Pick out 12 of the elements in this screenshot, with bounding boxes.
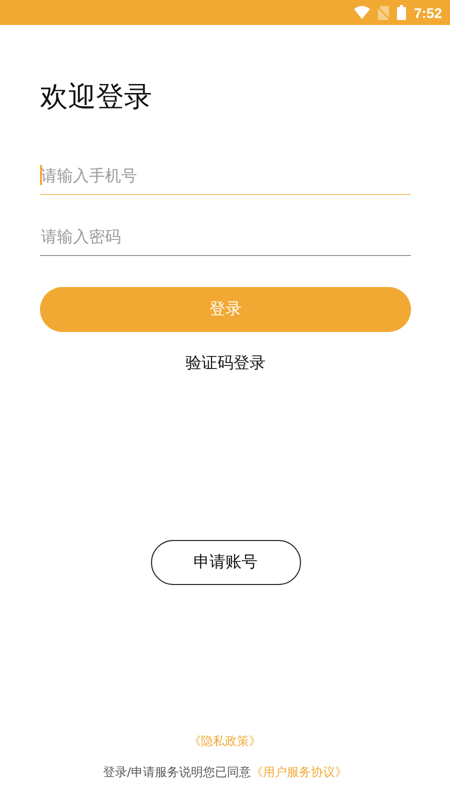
privacy-link[interactable]: 《隐私政策》 <box>189 733 261 750</box>
status-time: 7:52 <box>414 4 442 20</box>
agreement-text: 登录/申请服务说明您已同意 <box>102 765 252 779</box>
no-sim-icon <box>378 6 389 20</box>
battery-icon <box>396 5 406 20</box>
login-button[interactable]: 登录 <box>40 287 411 332</box>
apply-account-button[interactable]: 申请账号 <box>150 540 300 585</box>
wifi-icon <box>354 6 370 19</box>
agreement-link[interactable]: 《用户服务协议》 <box>251 765 348 779</box>
code-login-link[interactable]: 验证码登录 <box>186 353 266 374</box>
page-title: 欢迎登录 <box>40 79 153 115</box>
input-field[interactable]: 请输入密码 <box>40 217 411 256</box>
